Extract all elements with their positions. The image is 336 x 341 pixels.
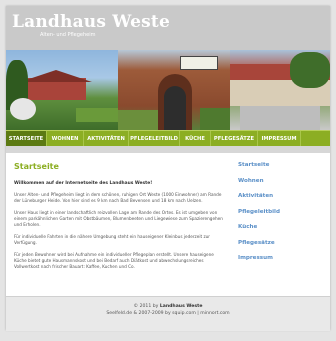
- sidebar-link-impressum[interactable]: Impressum: [238, 251, 324, 267]
- site-title[interactable]: Landhaus Weste: [12, 12, 170, 32]
- sidebar-link-kueche[interactable]: Küche: [238, 220, 324, 236]
- sidebar-navigation: Startseite Wohnen Aktivitäten Pflegeleit…: [238, 158, 324, 267]
- sidebar-link-pflegesaetze[interactable]: Pflegesätze: [238, 236, 324, 252]
- sidebar-link-pflegeleitbild[interactable]: Pflegeleitbild: [238, 205, 324, 221]
- transport-paragraph: Für individuelle Fahrten in die nähere U…: [14, 234, 211, 245]
- nav-item-pflegeleitbild[interactable]: PFLEGELEITBILD: [129, 131, 180, 147]
- entrance-archway-photo: [118, 50, 230, 130]
- sidebar-link-wohnen[interactable]: Wohnen: [238, 174, 324, 190]
- nav-item-kueche[interactable]: KÜCHE: [180, 131, 211, 147]
- nav-item-aktivitaeten[interactable]: AKTIVITÄTEN: [84, 131, 129, 147]
- page-container: Landhaus Weste Alten- und Pflegeheim STA…: [6, 6, 330, 331]
- location-paragraph: Unser Haus liegt in einer landschaftlich…: [14, 210, 223, 227]
- copyright-prefix: © 2011 by: [133, 304, 159, 309]
- site-subtitle: Alten- und Pflegeheim: [40, 32, 96, 38]
- sidebar-link-aktivitaeten[interactable]: Aktivitäten: [238, 189, 324, 205]
- site-footer: © 2011 by Landhaus Weste Seelfeld.de & 2…: [6, 296, 330, 331]
- main-navigation: STARTSEITE WOHNEN AKTIVITÄTEN PFLEGELEIT…: [6, 130, 330, 147]
- footer-credits[interactable]: Seelfeld.de & 2007-2009 by squip.com | m…: [6, 310, 330, 317]
- garden-house-photo: [6, 50, 118, 130]
- header-photo-strip: [6, 50, 330, 130]
- intro-paragraph: Unser Alten- und Pflegeheim liegt in dem…: [14, 192, 222, 203]
- welcome-heading: Willkommen auf der Internetseite des Lan…: [14, 181, 153, 186]
- footer-copyright: © 2011 by Landhaus Weste: [6, 303, 330, 310]
- nav-item-impressum[interactable]: IMPRESSUM: [258, 131, 301, 147]
- sidebar-link-startseite[interactable]: Startseite: [238, 158, 324, 174]
- copyright-name: Landhaus Weste: [159, 304, 203, 309]
- nav-shadow-bar: [6, 146, 330, 153]
- main-content: Startseite Willkommen auf der Internetse…: [14, 162, 226, 276]
- nav-item-pflegesaetze[interactable]: PFLEGESÄTZE: [211, 131, 258, 147]
- site-header: Landhaus Weste Alten- und Pflegeheim: [6, 6, 330, 50]
- nav-item-startseite[interactable]: STARTSEITE: [6, 131, 47, 147]
- nav-item-wohnen[interactable]: WOHNEN: [47, 131, 84, 147]
- care-paragraph: Für jeden Bewohner wird bei Aufnahme ein…: [14, 252, 214, 269]
- terrace-photo: [230, 50, 330, 130]
- page-title: Startseite: [14, 162, 59, 171]
